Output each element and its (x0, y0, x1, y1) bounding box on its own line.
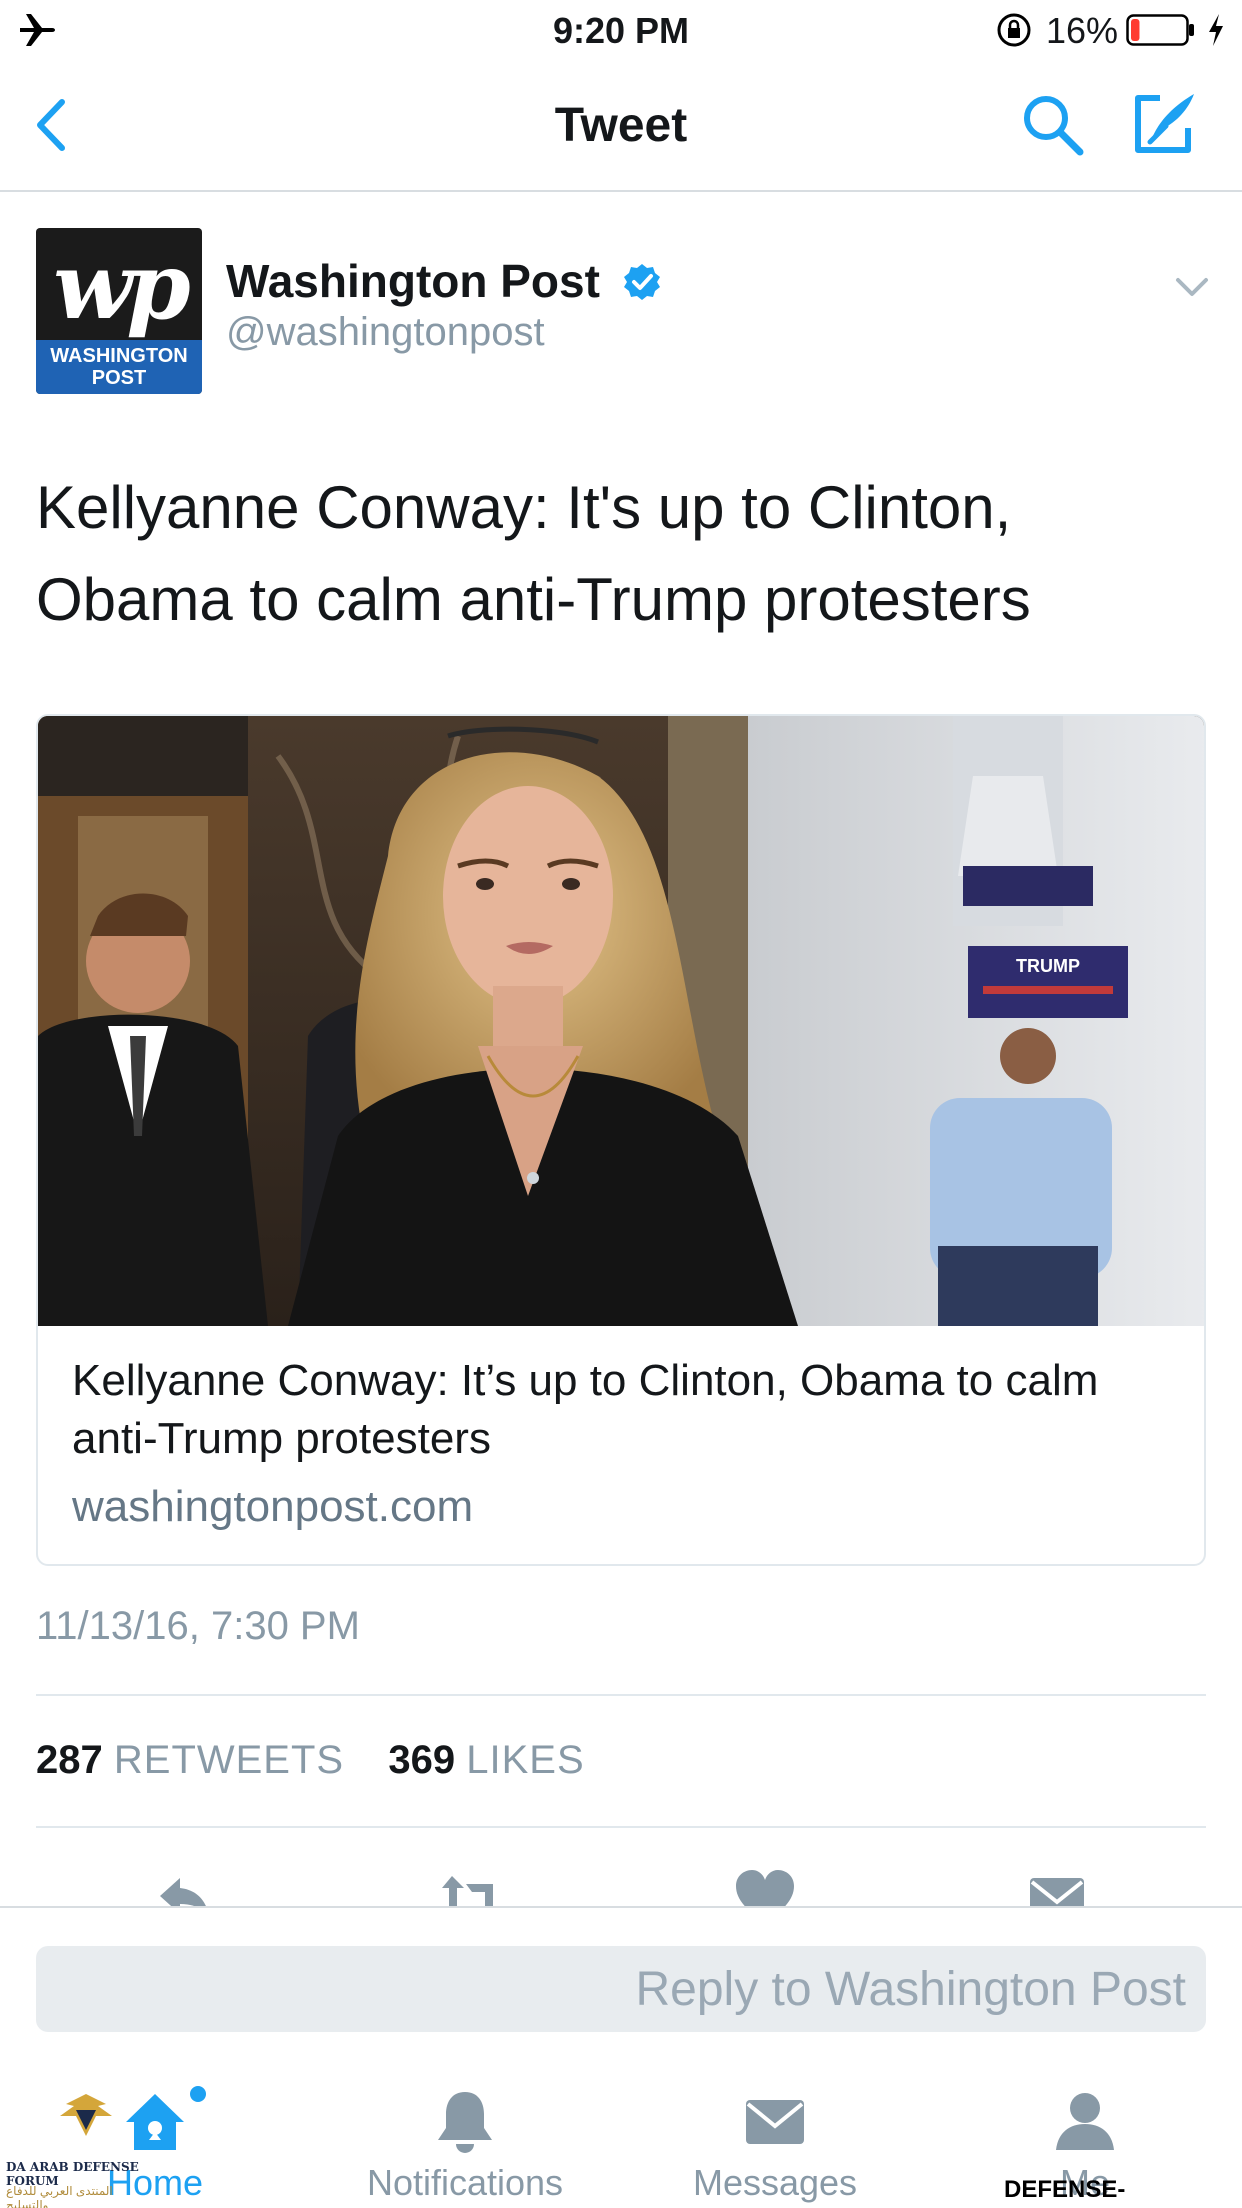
battery-icon (1126, 14, 1194, 46)
retweet-count[interactable]: 287 (36, 1738, 103, 1782)
charging-bolt-icon (1209, 14, 1223, 46)
tweet-timestamp: 11/13/16, 7:30 PM (36, 1604, 360, 1648)
engagement-stats: 287 RETWEETS 369 LIKES (36, 1738, 585, 1783)
tab-label: Messages (692, 2162, 858, 2203)
envelope-icon (746, 2100, 804, 2144)
retweet-icon[interactable] (440, 1868, 502, 1908)
chevron-down-icon[interactable] (1174, 272, 1210, 302)
battery-percent: 16% (1046, 10, 1119, 51)
tweet-actions (0, 1860, 1242, 1908)
card-image[interactable]: TRUMP (38, 716, 1204, 1326)
avatar-logo: wp (53, 232, 191, 340)
new-activity-dot (190, 2086, 206, 2102)
retweets-label[interactable]: RETWEETS (114, 1738, 344, 1782)
nav-bar: Tweet (0, 62, 1242, 192)
poster-text: TRUMP (1016, 956, 1080, 976)
direct-message-icon[interactable] (1026, 1868, 1088, 1908)
verified-badge-icon (624, 264, 660, 300)
bell-icon (438, 2092, 492, 2153)
link-card[interactable]: TRUMP Kellyanne Conway: It’s up to Clint… (36, 714, 1206, 1566)
eagle-emblem-icon (60, 2094, 112, 2136)
orientation-lock-icon (997, 13, 1031, 47)
like-icon[interactable] (734, 1868, 796, 1908)
display-name[interactable]: Washington Post (226, 254, 600, 308)
person-icon (1056, 2093, 1114, 2150)
forum-watermark-logo: DA ARAB DEFENSE FORUM المنتدى العربي للد… (6, 2090, 156, 2208)
tab-label: Notifications (366, 2162, 564, 2203)
compose-icon[interactable] (1130, 88, 1200, 158)
reply-icon[interactable] (154, 1868, 216, 1908)
reply-input[interactable] (36, 1946, 1206, 2032)
divider (36, 1826, 1206, 1828)
avatar-band: WASHINGTON POST (36, 340, 202, 394)
site-watermark: DEFENSE-ARAB.COM (1004, 2176, 1136, 2208)
tweet-text: Kellyanne Conway: It's up to Clinton, Ob… (36, 474, 1031, 633)
tab-notifications[interactable]: Notifications (310, 2082, 620, 2208)
handle[interactable]: @washingtonpost (226, 310, 545, 355)
status-bar: 9:20 PM 16% (0, 0, 1242, 62)
like-count[interactable]: 369 (388, 1738, 455, 1782)
watermark-forum-arabic: المنتدى العربي للدفاع والتسليح (6, 2184, 113, 2208)
search-icon[interactable] (1020, 92, 1086, 158)
divider (36, 1694, 1206, 1696)
card-domain[interactable]: washingtonpost.com (72, 1482, 473, 1532)
avatar[interactable]: wp WASHINGTON POST (36, 228, 202, 394)
card-title[interactable]: Kellyanne Conway: It’s up to Clinton, Ob… (72, 1352, 1172, 1468)
tab-messages[interactable]: Messages (620, 2082, 930, 2208)
likes-label[interactable]: LIKES (466, 1738, 584, 1782)
